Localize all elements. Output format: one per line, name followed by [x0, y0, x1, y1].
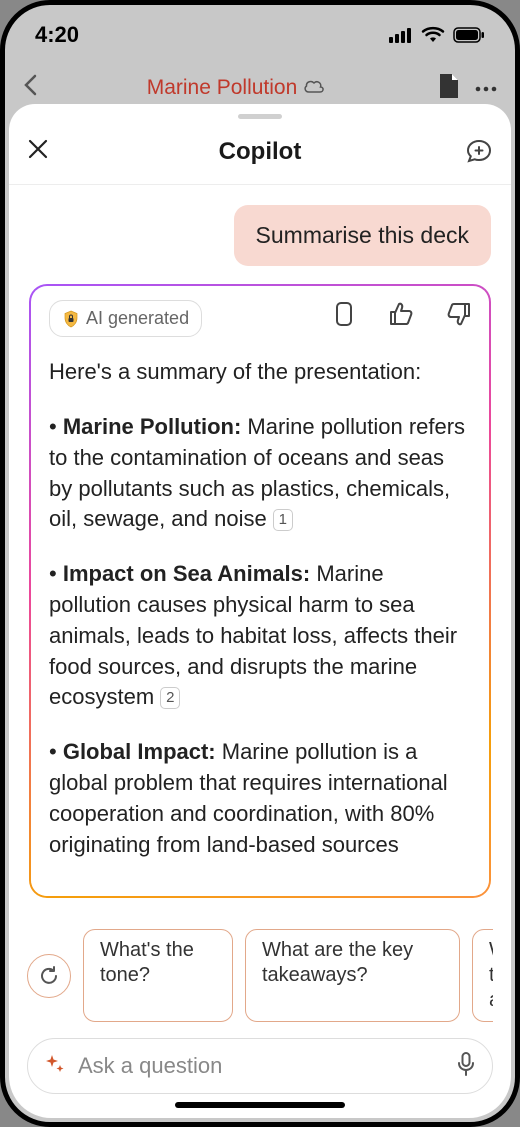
copilot-sheet: Copilot Summarise this deck AI generated	[9, 104, 511, 1118]
suggestion-chip[interactable]: What's the tone?	[83, 929, 233, 1022]
suggestions-scroll[interactable]: What's the tone? What are the key takeaw…	[83, 929, 493, 1022]
suggestion-chip[interactable]: Who's the audience?	[472, 929, 493, 1022]
chat-input-container[interactable]	[27, 1038, 493, 1094]
status-time: 4:20	[35, 22, 79, 48]
status-icons	[389, 26, 485, 44]
overflow-fade	[31, 856, 489, 896]
document-title: Marine Pollution	[49, 76, 423, 100]
chat-input[interactable]	[78, 1053, 444, 1079]
user-message: Summarise this deck	[234, 205, 491, 266]
summary-bullet: • Global Impact: Marine pollution is a g…	[49, 737, 471, 860]
sheet-header: Copilot	[9, 119, 511, 185]
shield-icon	[62, 310, 80, 328]
microphone-button[interactable]	[456, 1051, 476, 1082]
thumbs-up-button[interactable]	[389, 301, 413, 336]
cloud-sync-icon	[303, 76, 325, 100]
status-bar: 4:20	[5, 5, 515, 65]
summary-bullet: • Marine Pollution: Marine pollution ref…	[49, 412, 471, 535]
citation-link[interactable]: 1	[273, 509, 293, 531]
wifi-icon	[421, 26, 445, 44]
document-mode-icon	[435, 72, 461, 105]
citation-link[interactable]: 2	[160, 687, 180, 709]
summary-intro: Here's a summary of the presentation:	[49, 357, 471, 388]
refresh-suggestions-button[interactable]	[27, 954, 71, 998]
ai-badge-label: AI generated	[86, 306, 189, 331]
more-icon	[475, 79, 497, 97]
home-indicator[interactable]	[175, 1102, 345, 1108]
new-chat-button[interactable]	[453, 138, 493, 166]
sparkle-icon	[44, 1053, 66, 1080]
sheet-title: Copilot	[67, 138, 453, 166]
close-button[interactable]	[27, 138, 67, 165]
messages-area[interactable]: Summarise this deck AI generated	[9, 185, 511, 917]
cellular-icon	[389, 27, 413, 43]
copy-button[interactable]	[333, 301, 355, 336]
suggestion-chip[interactable]: What are the key takeaways?	[245, 929, 460, 1022]
back-chevron-icon	[23, 74, 37, 102]
thumbs-down-button[interactable]	[447, 301, 471, 336]
ai-generated-badge[interactable]: AI generated	[49, 300, 202, 337]
summary-bullet: • Impact on Sea Animals: Marine pollutio…	[49, 559, 471, 713]
ai-message: AI generated	[29, 284, 491, 898]
suggestions-row: What's the tone? What are the key takeaw…	[9, 917, 511, 1034]
battery-icon	[453, 27, 485, 43]
phone-frame: 4:20 Marine Pollution	[0, 0, 520, 1127]
